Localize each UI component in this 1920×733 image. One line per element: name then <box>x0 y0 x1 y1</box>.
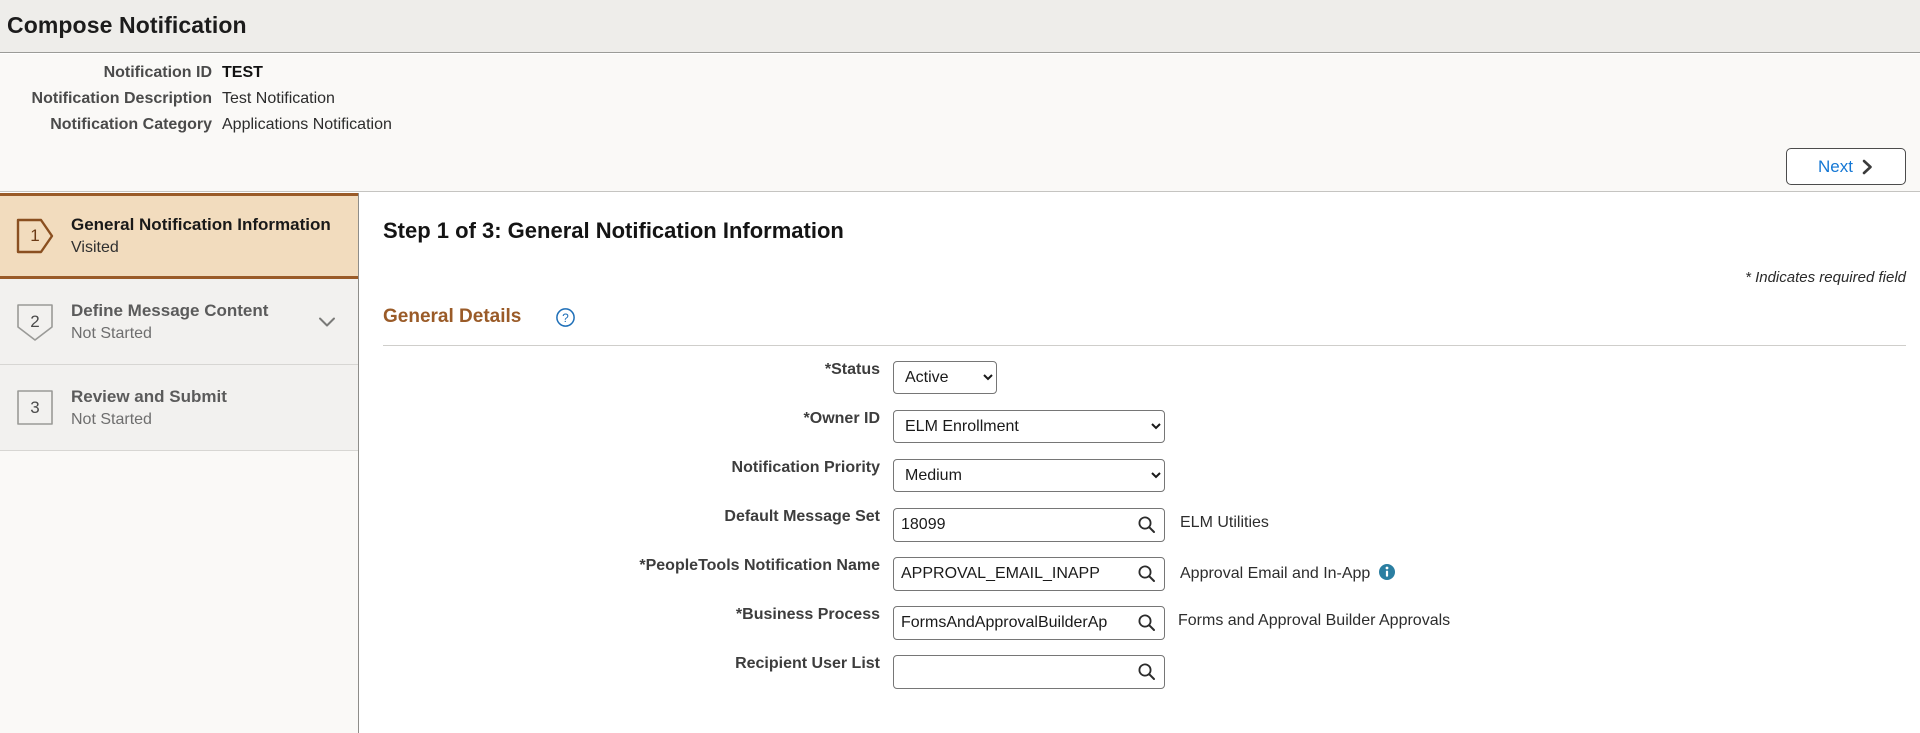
form-row-peopletools-notification-name: *PeopleTools Notification Name Approval E… <box>360 557 1920 606</box>
search-icon[interactable] <box>1137 662 1156 681</box>
label-status: *Status <box>824 361 880 378</box>
chevron-down-icon[interactable] <box>318 316 336 328</box>
svg-text:?: ? <box>562 311 569 325</box>
suffix-business-process: Forms and Approval Builder Approvals <box>1178 612 1450 630</box>
business-process-input[interactable] <box>894 607 1130 639</box>
owner-id-select[interactable]: ELM Enrollment <box>893 410 1165 443</box>
peopletools-notification-name-input[interactable] <box>894 558 1130 590</box>
recipient-user-list-input[interactable] <box>894 656 1130 688</box>
label-default-message-set: Default Message Set <box>724 508 880 525</box>
next-button-label: Next <box>1818 156 1853 176</box>
search-icon[interactable] <box>1137 613 1156 632</box>
page-title: Compose Notification <box>7 12 247 38</box>
step-number: 2 <box>30 311 40 331</box>
form-row-notification-priority: Notification Priority HighMediumLow <box>360 459 1920 508</box>
step-text-block: General Notification Information Visited <box>71 214 358 258</box>
control-wrap-notification-priority: HighMediumLow <box>893 459 1165 492</box>
step-badge-square: 3 <box>13 386 57 430</box>
summary-label: Notification ID <box>103 64 212 81</box>
step-sidebar: 1 General Notification Information Visited… <box>0 193 359 733</box>
notification-summary-list: Notification ID TEST Notification Descript… <box>0 64 392 142</box>
info-icon[interactable] <box>1378 563 1396 581</box>
next-button[interactable]: Next <box>1786 148 1906 185</box>
control-wrap-status: ActiveInactive <box>893 361 997 394</box>
step-title: General Notification Information <box>71 215 331 234</box>
lookup-peopletools-notification-name <box>893 557 1165 591</box>
label-notification-priority: Notification Priority <box>731 459 880 476</box>
notification-priority-select[interactable]: HighMediumLow <box>893 459 1165 492</box>
label-owner-id: *Owner ID <box>803 410 880 427</box>
step-list: 1 General Notification Information Visited… <box>0 193 358 451</box>
step-badge-pentagon-right: 1 <box>13 214 57 258</box>
form-row-default-message-set: Default Message Set ELM Utilities <box>360 508 1920 557</box>
suffix-text: ELM Utilities <box>1180 514 1269 531</box>
search-icon[interactable] <box>1137 564 1156 583</box>
form-row-recipient-user-list: Recipient User List <box>360 655 1920 704</box>
summary-value: Test Notification <box>222 90 335 107</box>
label-recipient-user-list: Recipient User List <box>735 655 880 672</box>
lookup-default-message-set <box>893 508 1165 542</box>
summary-row: Notification Description Test Notificatio… <box>0 90 392 116</box>
sidebar-step-2[interactable]: 2 Define Message Content Not Started <box>0 279 358 365</box>
summary-row: Notification ID TEST <box>0 64 392 90</box>
suffix-text: Forms and Approval Builder Approvals <box>1178 612 1451 629</box>
step-text-block: Define Message Content Not Started <box>71 300 318 344</box>
sidebar-step-1[interactable]: 1 General Notification Information Visited <box>0 193 358 279</box>
step-text-block: Review and Submit Not Started <box>71 386 358 430</box>
step-number: 3 <box>30 397 40 417</box>
step-status: Not Started <box>71 324 152 342</box>
status-select[interactable]: ActiveInactive <box>893 361 997 394</box>
sidebar-empty-area <box>0 459 358 733</box>
search-icon[interactable] <box>1137 515 1156 534</box>
lookup-recipient-user-list <box>893 655 1165 689</box>
page-titlebar: Compose Notification <box>0 0 1920 53</box>
help-question-icon[interactable]: ? <box>555 307 576 328</box>
control-wrap-recipient-user-list <box>893 655 1165 689</box>
control-wrap-business-process <box>893 606 1165 640</box>
chevron-right-icon <box>1861 159 1874 175</box>
step-heading: Step 1 of 3: General Notification Inform… <box>383 218 844 243</box>
control-wrap-peopletools-notification-name <box>893 557 1165 591</box>
suffix-default-message-set: ELM Utilities <box>1180 514 1269 532</box>
general-details-form: *Status ActiveInactive *Owner ID ELM Enroll… <box>360 361 1920 704</box>
form-row-status: *Status ActiveInactive <box>360 361 1920 410</box>
form-row-business-process: *Business Process Forms and Approval Buil… <box>360 606 1920 655</box>
step-title: Define Message Content <box>71 300 269 320</box>
main-content: Step 1 of 3: General Notification Inform… <box>360 193 1920 733</box>
lookup-business-process <box>893 606 1165 640</box>
general-details-section-header: General Details ? <box>383 306 1906 338</box>
section-divider <box>383 345 1906 346</box>
label-business-process: *Business Process <box>735 606 880 623</box>
step-status: Visited <box>71 239 119 256</box>
sidebar-step-3[interactable]: 3 Review and Submit Not Started <box>0 365 358 451</box>
control-wrap-owner-id: ELM Enrollment <box>893 410 1165 443</box>
summary-value: TEST <box>222 64 263 81</box>
compose-notification-page: Compose Notification Notification ID TEST… <box>0 0 1920 733</box>
section-title: General Details <box>383 306 522 327</box>
suffix-text: Approval Email and In-App <box>1180 565 1371 582</box>
summary-label: Notification Description <box>31 90 212 107</box>
form-row-owner-id: *Owner ID ELM Enrollment <box>360 410 1920 459</box>
step-badge-pentagon-down: 2 <box>13 300 57 344</box>
summary-label: Notification Category <box>50 116 212 133</box>
control-wrap-default-message-set <box>893 508 1165 542</box>
summary-row: Notification Category Applications Notifi… <box>0 116 392 142</box>
step-status: Not Started <box>71 410 152 428</box>
notification-summary-panel: Notification ID TEST Notification Descript… <box>0 54 1920 192</box>
required-field-note: * Indicates required field <box>1745 269 1906 286</box>
label-peopletools-notification-name: *PeopleTools Notification Name <box>639 557 880 574</box>
step-number: 1 <box>30 226 40 245</box>
suffix-peopletools-notification-name: Approval Email and In-App <box>1180 563 1396 583</box>
default-message-set-input[interactable] <box>894 509 1130 541</box>
step-title: Review and Submit <box>71 386 227 406</box>
summary-value: Applications Notification <box>222 116 392 133</box>
